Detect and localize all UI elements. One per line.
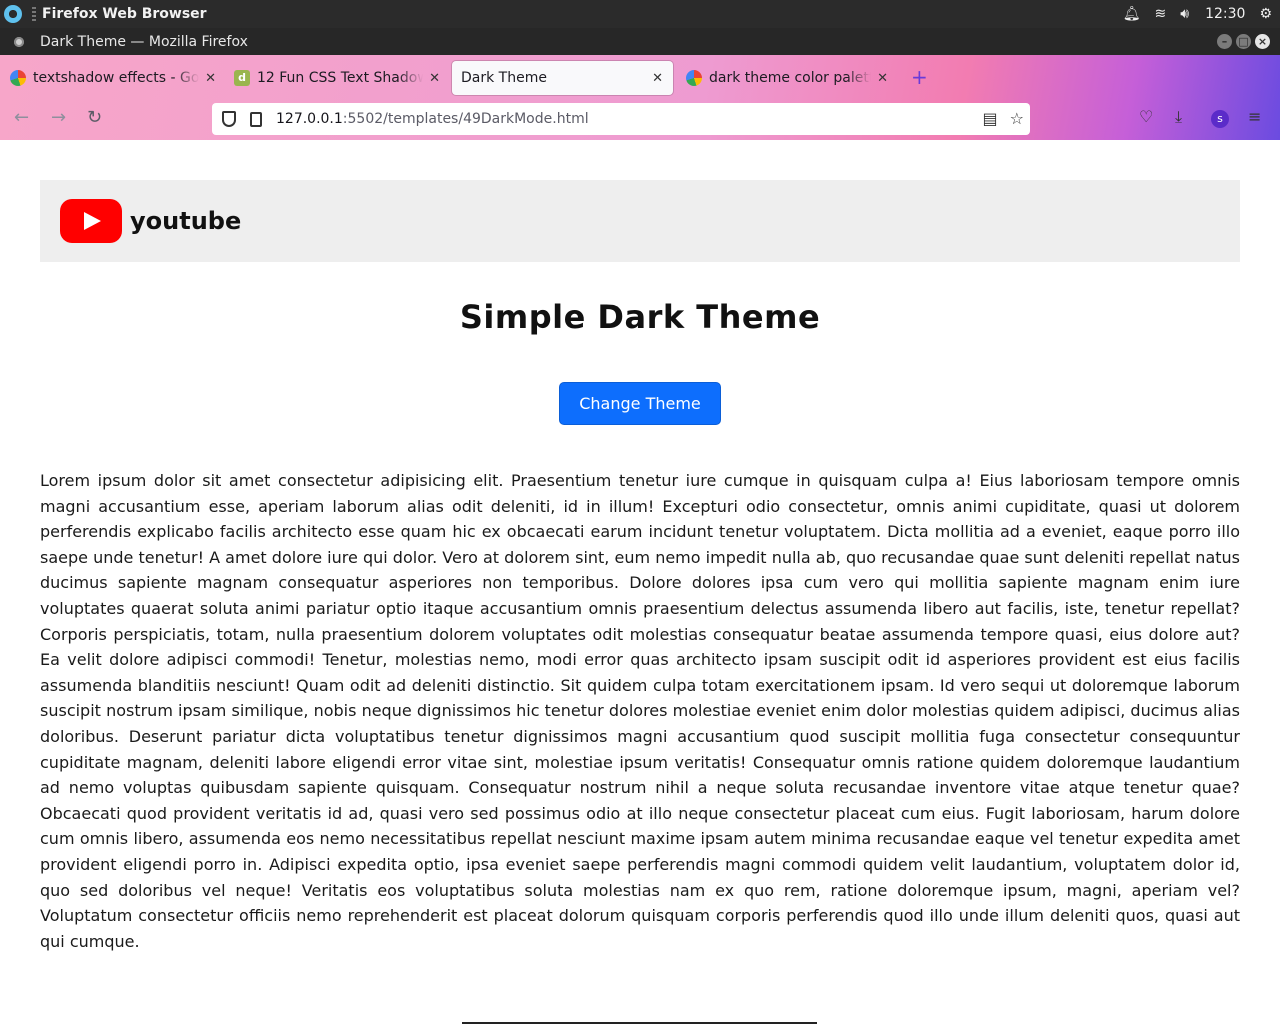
brand-name[interactable]: youtube	[130, 207, 241, 235]
menu-icon[interactable]: ≡	[1248, 107, 1261, 126]
minimize-icon[interactable]: –	[1217, 34, 1232, 49]
tab-css-text-shadows[interactable]: d 12 Fun CSS Text Shadows ✕	[234, 61, 440, 95]
google-icon	[686, 70, 702, 86]
power-gear-icon[interactable]: ⚙	[1259, 6, 1272, 22]
clock[interactable]: 12:30	[1205, 6, 1245, 22]
bookmark-star-icon[interactable]: ☆	[1010, 109, 1024, 128]
window-menu-icon[interactable]	[14, 36, 24, 47]
address-bar[interactable]: 127.0.0.1 :5502/templates/49DarkMode.htm…	[212, 103, 1030, 135]
site-header: youtube	[40, 180, 1240, 262]
close-tab-icon[interactable]: ✕	[877, 71, 888, 86]
close-window-icon[interactable]: ×	[1255, 34, 1270, 49]
tab-label: dark theme color palette	[709, 70, 872, 86]
new-tab-icon[interactable]: +	[911, 65, 928, 89]
pocket-icon[interactable]: ♡	[1139, 107, 1153, 126]
d-icon: d	[234, 70, 250, 86]
tab-label: textshadow effects - Google	[33, 70, 200, 86]
drag-grip	[32, 7, 36, 21]
os-app-name[interactable]: Firefox Web Browser	[42, 6, 207, 22]
close-tab-icon[interactable]: ✕	[429, 71, 440, 86]
back-icon[interactable]: ←	[14, 107, 29, 128]
wifi-icon[interactable]: ≋	[1155, 6, 1167, 22]
page-info-icon[interactable]	[250, 111, 262, 127]
url-host: 127.0.0.1	[276, 111, 343, 127]
tab-color-palette[interactable]: dark theme color palette ✕	[686, 61, 888, 95]
profile-avatar[interactable]: s	[1211, 110, 1229, 128]
google-icon	[10, 70, 26, 86]
window-controls: – □ ×	[1217, 34, 1270, 49]
downloads-icon[interactable]: ⤓	[1175, 107, 1182, 127]
url-actions: ▤ ☆	[983, 109, 1024, 128]
volume-icon[interactable]: 🔊︎	[1180, 6, 1189, 22]
system-tray: 🔔︎ ≋ 🔊︎ 12:30 ⚙	[1109, 0, 1272, 28]
window-title-bar: Dark Theme — Mozilla Firefox – □ ×	[0, 28, 1280, 55]
window-title: Dark Theme — Mozilla Firefox	[40, 33, 248, 50]
bell-icon[interactable]: 🔔︎	[1123, 6, 1141, 22]
tab-strip: textshadow effects - Google ✕ d 12 Fun C…	[0, 55, 1280, 99]
os-top-bar: Firefox Web Browser 🔔︎ ≋ 🔊︎ 12:30 ⚙	[0, 0, 1280, 28]
body-paragraph: Lorem ipsum dolor sit amet consectetur a…	[40, 471, 1240, 951]
reader-view-icon[interactable]: ▤	[983, 109, 998, 128]
browser-chrome: textshadow effects - Google ✕ d 12 Fun C…	[0, 55, 1280, 140]
youtube-logo-icon[interactable]	[60, 199, 122, 243]
page-title: Simple Dark Theme	[459, 298, 821, 336]
shield-icon[interactable]	[222, 111, 236, 127]
firefox-app-icon[interactable]	[4, 5, 22, 23]
reload-icon[interactable]: ↻	[87, 107, 102, 128]
tab-textshadow[interactable]: textshadow effects - Google ✕	[10, 61, 216, 95]
nav-toolbar: ← → ↻ 127.0.0.1 :5502/templates/49DarkMo…	[0, 99, 1280, 140]
tab-label: Dark Theme	[461, 70, 547, 86]
tab-dark-theme[interactable]: Dark Theme ✕	[452, 61, 673, 95]
page-content: youtube Simple Dark Theme Change Theme L…	[0, 140, 1280, 1024]
url-path: :5502/templates/49DarkMode.html	[342, 111, 589, 127]
close-tab-icon[interactable]: ✕	[205, 71, 216, 86]
change-theme-button[interactable]: Change Theme	[559, 382, 721, 425]
maximize-icon[interactable]: □	[1236, 34, 1251, 49]
tab-label: 12 Fun CSS Text Shadows	[257, 70, 424, 86]
forward-icon[interactable]: →	[51, 107, 66, 128]
close-tab-icon[interactable]: ✕	[652, 71, 663, 86]
